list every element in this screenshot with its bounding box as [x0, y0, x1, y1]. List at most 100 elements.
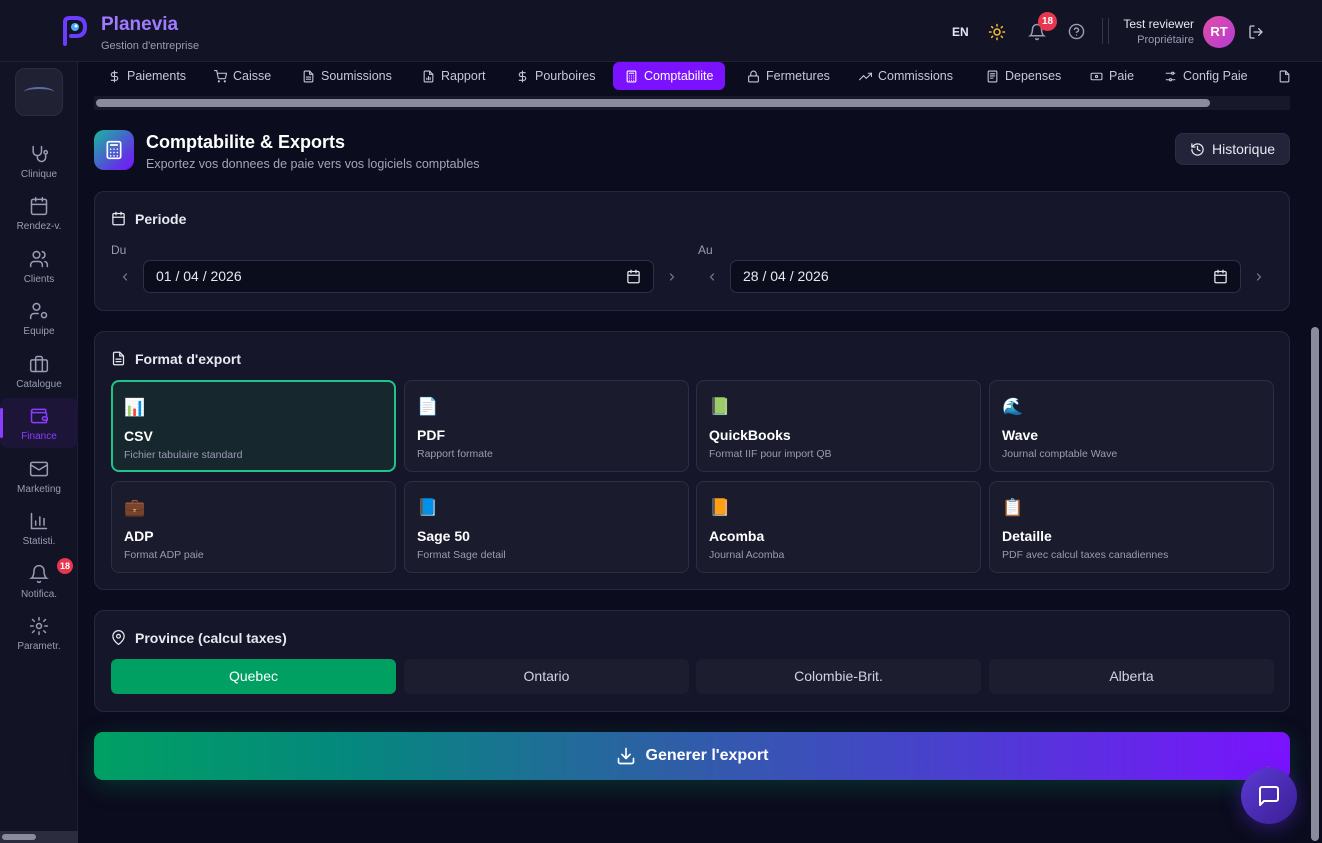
organization-logo-mark — [24, 87, 54, 97]
generate-export-button[interactable]: Generer l'export — [94, 732, 1290, 780]
history-button-label: Historique — [1211, 141, 1276, 157]
chevron-left-icon[interactable] — [119, 271, 131, 283]
scrollbar-thumb[interactable] — [1311, 327, 1319, 841]
tab-comptabilite[interactable]: Comptabilite — [613, 62, 726, 90]
sidebar-item-clinique[interactable]: Clinique — [0, 136, 78, 186]
tab-caisse[interactable]: Caisse — [202, 62, 283, 90]
page-title: Comptabilite & Exports — [146, 132, 346, 152]
chevron-right-icon[interactable] — [666, 271, 678, 283]
trending-up-icon — [859, 70, 872, 83]
sidebar-item-finance[interactable]: Finance — [0, 398, 78, 448]
calendar-icon[interactable] — [1213, 269, 1228, 284]
avatar[interactable]: RT — [1203, 16, 1235, 48]
province-option-quebec[interactable]: Quebec — [111, 659, 396, 694]
tab-rapport[interactable]: Rapport — [410, 62, 497, 90]
tab-commissions[interactable]: Commissions — [847, 62, 965, 90]
chat-button[interactable] — [1241, 768, 1297, 824]
user-cog-icon — [29, 301, 49, 321]
format-option-quickbooks[interactable]: 📗 QuickBooks Format IIF pour import QB — [696, 380, 981, 472]
orange-book-emoji-icon: 📙 — [709, 498, 731, 517]
dollar-icon — [516, 70, 529, 83]
province-option-alberta[interactable]: Alberta — [989, 659, 1274, 694]
format-option-adp[interactable]: 💼 ADP Format ADP paie — [111, 481, 396, 573]
format-description: Journal Acomba — [709, 549, 785, 561]
help-icon[interactable] — [1068, 23, 1085, 40]
tab-depenses[interactable]: Depenses — [974, 62, 1073, 90]
format-name: PDF — [417, 427, 445, 443]
format-option-sage50[interactable]: 📘 Sage 50 Format Sage detail — [404, 481, 689, 573]
sidebar-item-marketing[interactable]: Marketing — [0, 451, 78, 501]
to-date-input[interactable]: 28 / 04 / 2026 — [730, 260, 1241, 293]
period-card: Periode Du 01 / 04 / 2026 Au 28 / 04 / 2… — [94, 191, 1290, 311]
scrollbar-thumb[interactable] — [96, 99, 1210, 107]
cart-icon — [214, 69, 227, 83]
tab-config-paie[interactable]: Config Paie — [1152, 62, 1260, 90]
sidebar-scrollbar[interactable] — [0, 831, 78, 843]
format-option-acomba[interactable]: 📙 Acomba Journal Acomba — [696, 481, 981, 573]
sidebar-item-label: Notifica. — [20, 589, 58, 600]
export-format-card: Format d'export 📊 CSV Fichier tabulaire … — [94, 331, 1290, 590]
chevron-left-icon[interactable] — [706, 271, 718, 283]
tab-label: Caisse — [233, 69, 272, 83]
tab-fermetures[interactable]: Fermetures — [735, 62, 842, 90]
sidebar-item-label: Statisti. — [22, 536, 56, 547]
chevron-right-icon[interactable] — [1253, 271, 1265, 283]
wallet-icon — [29, 406, 49, 426]
user-name: Test reviewer — [1123, 17, 1194, 31]
page-scrollbar[interactable] — [1308, 62, 1322, 843]
format-description: Format Sage detail — [417, 549, 506, 561]
sidebar-item-catalogue[interactable]: Catalogue — [0, 346, 78, 396]
sidebar-item-label: Clinique — [20, 169, 58, 180]
format-name: Acomba — [709, 528, 765, 544]
sidebar-item-notifications[interactable]: 18 Notifica. — [0, 556, 78, 606]
history-button[interactable]: Historique — [1175, 133, 1290, 165]
province-option-colombie-britannique[interactable]: Colombie-Brit. — [696, 659, 981, 694]
format-option-detaille[interactable]: 📋 Detaille PDF avec calcul taxes canadie… — [989, 481, 1274, 573]
lock-icon — [747, 70, 760, 83]
calculator-icon — [94, 130, 134, 170]
page-subtitle: Exportez vos donnees de paie vers vos lo… — [146, 157, 480, 171]
divider — [1102, 18, 1103, 44]
province-option-ontario[interactable]: Ontario — [404, 659, 689, 694]
tab-label: Soumissions — [321, 69, 392, 83]
tab-label: Depenses — [1005, 69, 1062, 83]
sidebar-item-parametres[interactable]: Parametr. — [0, 608, 78, 658]
brand-subtitle: Gestion d'entreprise — [101, 40, 200, 52]
blue-book-emoji-icon: 📘 — [417, 498, 439, 517]
sidebar-item-equipe[interactable]: Equipe — [0, 293, 78, 343]
organization-logo[interactable] — [15, 68, 63, 116]
tab-pourboires[interactable]: Pourboires — [504, 62, 607, 90]
tab-soumissions[interactable]: Soumissions — [290, 62, 404, 90]
sidebar-item-label: Equipe — [23, 326, 55, 337]
download-icon — [616, 746, 636, 766]
tabs-scrollbar[interactable] — [94, 96, 1290, 110]
map-pin-icon — [111, 630, 126, 645]
format-option-wave[interactable]: 🌊 Wave Journal comptable Wave — [989, 380, 1274, 472]
scrollbar-thumb[interactable] — [2, 834, 36, 840]
sun-icon[interactable] — [988, 23, 1006, 41]
gear-icon — [29, 616, 49, 636]
briefcase-emoji-icon: 💼 — [124, 498, 146, 517]
sidebar-item-clients[interactable]: Clients — [0, 241, 78, 291]
page-emoji-icon: 📄 — [417, 397, 439, 416]
sidebar-item-rendez-vous[interactable]: Rendez-v. — [0, 188, 78, 238]
users-icon — [29, 249, 49, 269]
sidebar-item-statistiques[interactable]: Statisti. — [0, 503, 78, 553]
file-icon — [1278, 70, 1290, 83]
tab-paiements[interactable]: Paiements — [96, 62, 198, 90]
format-option-pdf[interactable]: 📄 PDF Rapport formate — [404, 380, 689, 472]
from-date-value: 01 / 04 / 2026 — [156, 268, 242, 284]
logout-icon[interactable] — [1248, 24, 1264, 40]
to-date-label: Au — [698, 243, 713, 257]
sidebar: Clinique Rendez-v. Clients Equipe Catalo… — [0, 62, 78, 843]
tab-paie[interactable]: Paie — [1078, 62, 1146, 90]
from-date-input[interactable]: 01 / 04 / 2026 — [143, 260, 654, 293]
sidebar-item-label: Parametr. — [17, 641, 61, 652]
calculator-icon — [625, 70, 638, 83]
format-option-csv[interactable]: 📊 CSV Fichier tabulaire standard — [111, 380, 396, 472]
tab-more[interactable] — [1266, 62, 1290, 90]
language-toggle[interactable]: EN — [952, 25, 969, 39]
planevia-logo-icon[interactable] — [60, 16, 88, 46]
calendar-icon[interactable] — [626, 269, 641, 284]
tab-label: Pourboires — [535, 69, 596, 83]
